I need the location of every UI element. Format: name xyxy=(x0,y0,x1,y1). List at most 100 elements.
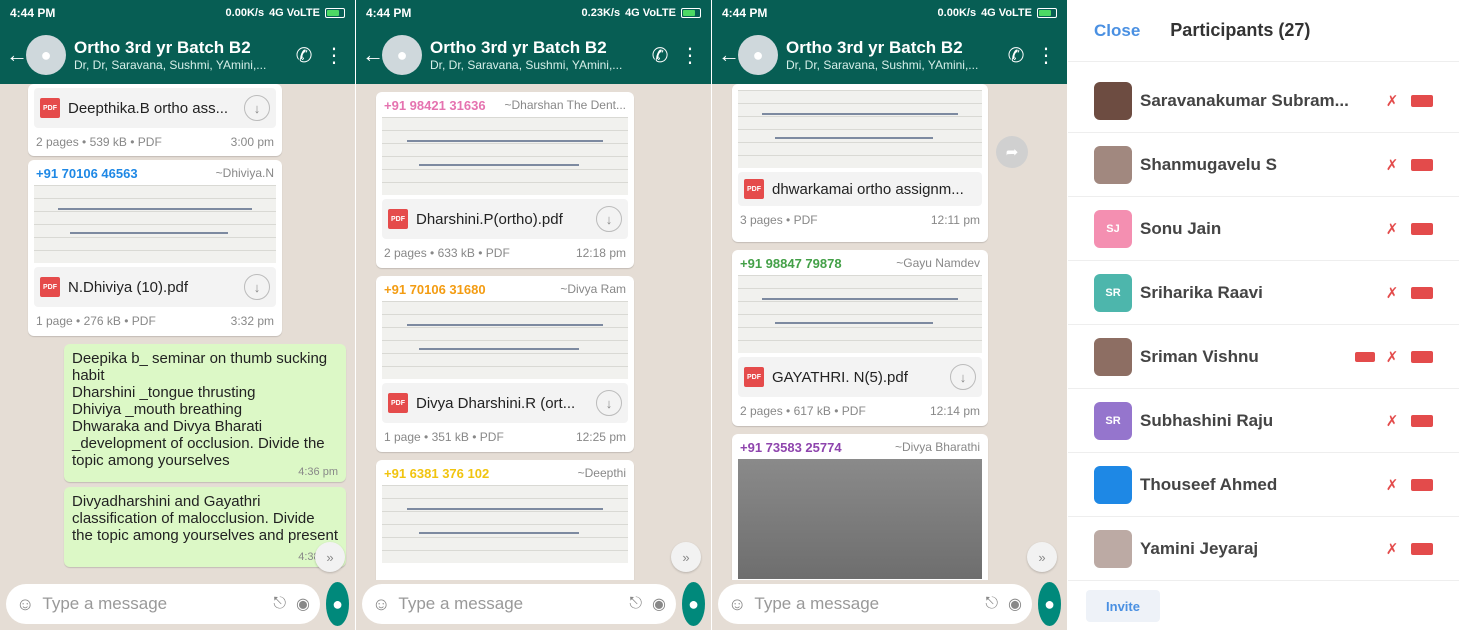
paperclip-icon[interactable]: ⎋ xyxy=(985,595,998,613)
download-icon[interactable]: ↓ xyxy=(244,95,270,121)
message-list[interactable]: PDF dhwarkamai ortho assignm... 3 pages … xyxy=(712,84,1067,580)
download-icon[interactable]: ↓ xyxy=(244,274,270,300)
status-time: 4:44 PM xyxy=(366,6,412,20)
chat-subtitle: Dr, Dr, Saravana, Sushmi, YAmini,... xyxy=(430,58,623,72)
mic-icon[interactable]: ● xyxy=(326,582,349,626)
document-name: Deepthika.B ortho ass... xyxy=(68,99,229,117)
message-input[interactable] xyxy=(398,594,620,614)
document-meta: 2 pages • 539 kB • PDF xyxy=(36,135,162,149)
video-off-icon xyxy=(1411,159,1433,171)
message-input[interactable] xyxy=(754,594,976,614)
outgoing-message[interactable]: Deepika b_ seminar on thumb sucking habi… xyxy=(64,344,346,482)
avatar xyxy=(1094,82,1132,120)
mic-icon[interactable]: ● xyxy=(682,582,705,626)
participants-title: Participants (27) xyxy=(1170,20,1311,40)
camera-icon[interactable]: ◉ xyxy=(296,594,310,614)
document-name: GAYATHRI. N(5).pdf xyxy=(772,368,908,386)
document-thumbnail[interactable] xyxy=(382,117,628,195)
emoji-icon[interactable]: ☺ xyxy=(728,594,746,615)
double-chevron-down-icon[interactable]: » xyxy=(671,542,701,572)
document-thumbnail[interactable] xyxy=(34,185,276,263)
double-chevron-down-icon[interactable]: » xyxy=(1027,542,1057,572)
chat-title-area[interactable]: Ortho 3rd yr Batch B2 Dr, Dr, Saravana, … xyxy=(786,38,1001,72)
document-row[interactable]: PDF dhwarkamai ortho assignm... xyxy=(738,172,982,206)
compose-bar: ☺ ⎋ ◉ ● xyxy=(718,582,1061,626)
participant-row[interactable]: Thouseef Ahmed ✗ xyxy=(1068,454,1459,517)
group-avatar[interactable]: ● xyxy=(738,35,778,75)
pdf-icon: PDF xyxy=(40,277,60,297)
document-meta: 1 page • 276 kB • PDF xyxy=(36,314,156,328)
document-row[interactable]: PDF Deepthika.B ortho ass... ↓ xyxy=(34,88,276,128)
invite-button[interactable]: Invite xyxy=(1086,590,1160,622)
message-input[interactable] xyxy=(42,594,264,614)
outgoing-message[interactable]: Divyadharshini and Gayathri classificati… xyxy=(64,487,346,567)
document-thumbnail[interactable] xyxy=(382,485,628,563)
chat-title-area[interactable]: Ortho 3rd yr Batch B2 Dr, Dr, Saravana, … xyxy=(74,38,289,72)
add-call-icon[interactable]: ✆ xyxy=(645,43,675,68)
more-vert-icon[interactable]: ⋮ xyxy=(675,43,705,68)
document-message[interactable]: +91 70106 31680 ~Divya Ram PDF Divya Dha… xyxy=(376,276,634,452)
sender-number[interactable]: +91 70106 46563 xyxy=(36,166,138,181)
emoji-icon[interactable]: ☺ xyxy=(372,594,390,615)
close-button[interactable]: Close xyxy=(1094,21,1140,41)
chat-title-area[interactable]: Ortho 3rd yr Batch B2 Dr, Dr, Saravana, … xyxy=(430,38,645,72)
participant-row[interactable]: Sriman Vishnu ✗ xyxy=(1068,326,1459,389)
document-message[interactable]: +91 98421 31636 ~Dharshan The Dent... PD… xyxy=(376,92,634,268)
participant-name: Sriman Vishnu xyxy=(1140,347,1259,366)
paperclip-icon[interactable]: ⎋ xyxy=(273,595,286,613)
message-time: 12:18 pm xyxy=(575,246,626,260)
document-row[interactable]: PDF Divya Dharshini.R (ort... ↓ xyxy=(382,383,628,423)
sender-number[interactable]: +91 98847 79878 xyxy=(740,256,842,271)
document-meta: 1 page • 351 kB • PDF xyxy=(384,430,504,444)
document-row[interactable]: PDF GAYATHRI. N(5).pdf ↓ xyxy=(738,357,982,397)
group-avatar[interactable]: ● xyxy=(382,35,422,75)
document-thumbnail[interactable] xyxy=(382,301,628,379)
sender-number[interactable]: +91 6381 376 102 xyxy=(384,466,489,481)
forward-icon[interactable]: ➦ xyxy=(996,136,1028,168)
image-thumbnail[interactable] xyxy=(738,459,982,579)
avatar: SJ xyxy=(1094,210,1132,248)
document-thumbnail[interactable] xyxy=(738,90,982,168)
sender-number[interactable]: +91 98421 31636 xyxy=(384,98,486,113)
participant-row[interactable]: Yamini Jeyaraj ✗ xyxy=(1068,518,1459,581)
document-message[interactable]: PDF dhwarkamai ortho assignm... 3 pages … xyxy=(732,84,988,242)
group-avatar[interactable]: ● xyxy=(26,35,66,75)
message-list[interactable]: +91 98421 31636 ~Dharshan The Dent... PD… xyxy=(356,84,711,580)
download-icon[interactable]: ↓ xyxy=(596,206,622,232)
document-row[interactable]: PDF Dharshini.P(ortho).pdf ↓ xyxy=(382,199,628,239)
sender-number[interactable]: +91 73583 25774 xyxy=(740,440,842,455)
sender-number[interactable]: +91 70106 31680 xyxy=(384,282,486,297)
avatar: SR xyxy=(1094,402,1132,440)
back-arrow-icon[interactable]: ← xyxy=(362,42,384,68)
more-vert-icon[interactable]: ⋮ xyxy=(319,43,349,68)
download-icon[interactable]: ↓ xyxy=(950,364,976,390)
add-call-icon[interactable]: ✆ xyxy=(289,43,319,68)
participant-row[interactable]: SR Subhashini Raju ✗ xyxy=(1068,390,1459,453)
document-message[interactable]: +91 70106 46563 ~Dhiviya.N PDF N.Dhiviya… xyxy=(28,160,282,336)
document-row[interactable]: PDF N.Dhiviya (10).pdf ↓ xyxy=(34,267,276,307)
add-call-icon[interactable]: ✆ xyxy=(1001,43,1031,68)
message-list[interactable]: PDF Deepthika.B ortho ass... ↓ 2 pages •… xyxy=(0,84,355,580)
participant-row[interactable]: Shanmugavelu S ✗ xyxy=(1068,134,1459,197)
message-time: 3:32 pm xyxy=(230,314,274,328)
double-chevron-down-icon[interactable]: » xyxy=(315,542,345,572)
pdf-icon: PDF xyxy=(744,367,764,387)
more-vert-icon[interactable]: ⋮ xyxy=(1031,43,1061,68)
participant-row[interactable]: Saravanakumar Subram... ✗ xyxy=(1068,70,1459,133)
download-icon[interactable]: ↓ xyxy=(596,390,622,416)
document-thumbnail[interactable] xyxy=(738,275,982,353)
camera-icon[interactable]: ◉ xyxy=(1008,594,1022,614)
paperclip-icon[interactable]: ⎋ xyxy=(629,595,642,613)
mic-icon[interactable]: ● xyxy=(1038,582,1061,626)
document-message[interactable]: +91 98847 79878 ~Gayu Namdev PDF GAYATHR… xyxy=(732,250,988,426)
image-message[interactable]: +91 73583 25774 ~Divya Bharathi xyxy=(732,434,988,580)
document-message[interactable]: PDF Deepthika.B ortho ass... ↓ 2 pages •… xyxy=(28,84,282,156)
camera-icon[interactable]: ◉ xyxy=(652,594,666,614)
back-arrow-icon[interactable]: ← xyxy=(718,42,740,68)
emoji-icon[interactable]: ☺ xyxy=(16,594,34,615)
message-text: Divyadharshini and Gayathri classificati… xyxy=(72,493,338,544)
participant-row[interactable]: SR Sriharika Raavi ✗ xyxy=(1068,262,1459,325)
participant-row[interactable]: SJ Sonu Jain ✗ xyxy=(1068,198,1459,261)
document-message[interactable]: +91 6381 376 102 ~Deepthi xyxy=(376,460,634,580)
back-arrow-icon[interactable]: ← xyxy=(6,42,28,68)
